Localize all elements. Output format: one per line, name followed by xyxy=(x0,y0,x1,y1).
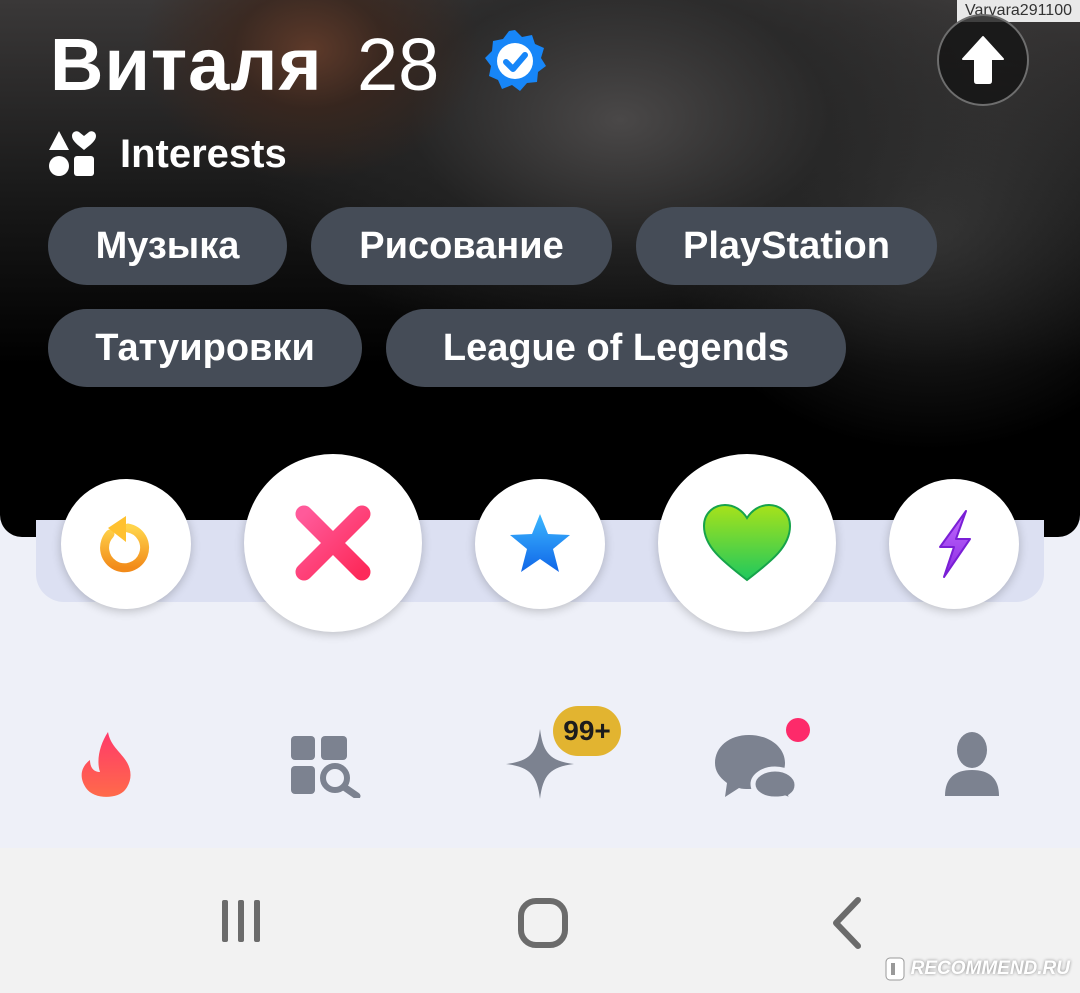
arrow-up-icon xyxy=(962,36,1004,84)
heart-icon xyxy=(702,503,792,582)
likes-count-badge: 99+ xyxy=(553,706,621,756)
interest-chip: Рисование xyxy=(311,207,612,285)
rewind-icon xyxy=(100,516,150,573)
back-icon xyxy=(833,897,861,949)
x-icon xyxy=(295,505,371,581)
profile-age: 28 xyxy=(357,23,440,106)
verified-badge-icon xyxy=(485,30,546,91)
new-message-indicator xyxy=(786,718,810,742)
interests-icon xyxy=(49,131,96,176)
interest-chip: Музыка xyxy=(48,207,287,285)
explore-icon xyxy=(291,736,361,798)
back-button[interactable] xyxy=(824,896,870,950)
recent-apps-icon xyxy=(222,900,260,942)
super-like-button[interactable] xyxy=(475,479,605,609)
interests-title: Interests xyxy=(120,132,287,176)
home-icon xyxy=(518,898,568,948)
nav-messages[interactable] xyxy=(710,730,802,802)
flame-icon xyxy=(81,732,131,797)
profile-card[interactable]: Varvara291100 Виталя 28 Interests Музыка… xyxy=(0,0,1080,537)
nav-explore[interactable] xyxy=(284,730,364,800)
brand-watermark-text: RECOMMEND.RU xyxy=(910,958,1070,979)
collapse-profile-button[interactable] xyxy=(937,14,1029,106)
interest-chip: League of Legends xyxy=(386,309,846,387)
lightning-icon xyxy=(939,510,971,578)
interest-chip: PlayStation xyxy=(636,207,937,285)
recent-apps-button[interactable] xyxy=(214,896,268,946)
star-icon xyxy=(510,514,570,572)
brand-watermark: RECOMMEND.RU xyxy=(885,956,1070,982)
brand-logo-icon xyxy=(885,957,905,981)
nope-button[interactable] xyxy=(244,454,422,632)
nav-home[interactable] xyxy=(70,725,142,805)
rewind-button[interactable] xyxy=(61,479,191,609)
home-button[interactable] xyxy=(516,896,570,950)
profile-name: Виталя xyxy=(50,23,323,106)
boost-button[interactable] xyxy=(889,479,1019,609)
messages-icon xyxy=(715,735,800,801)
interest-chip: Татуировки xyxy=(48,309,362,387)
like-button[interactable] xyxy=(658,454,836,632)
profile-icon xyxy=(945,732,999,796)
nav-profile[interactable] xyxy=(940,728,1004,800)
